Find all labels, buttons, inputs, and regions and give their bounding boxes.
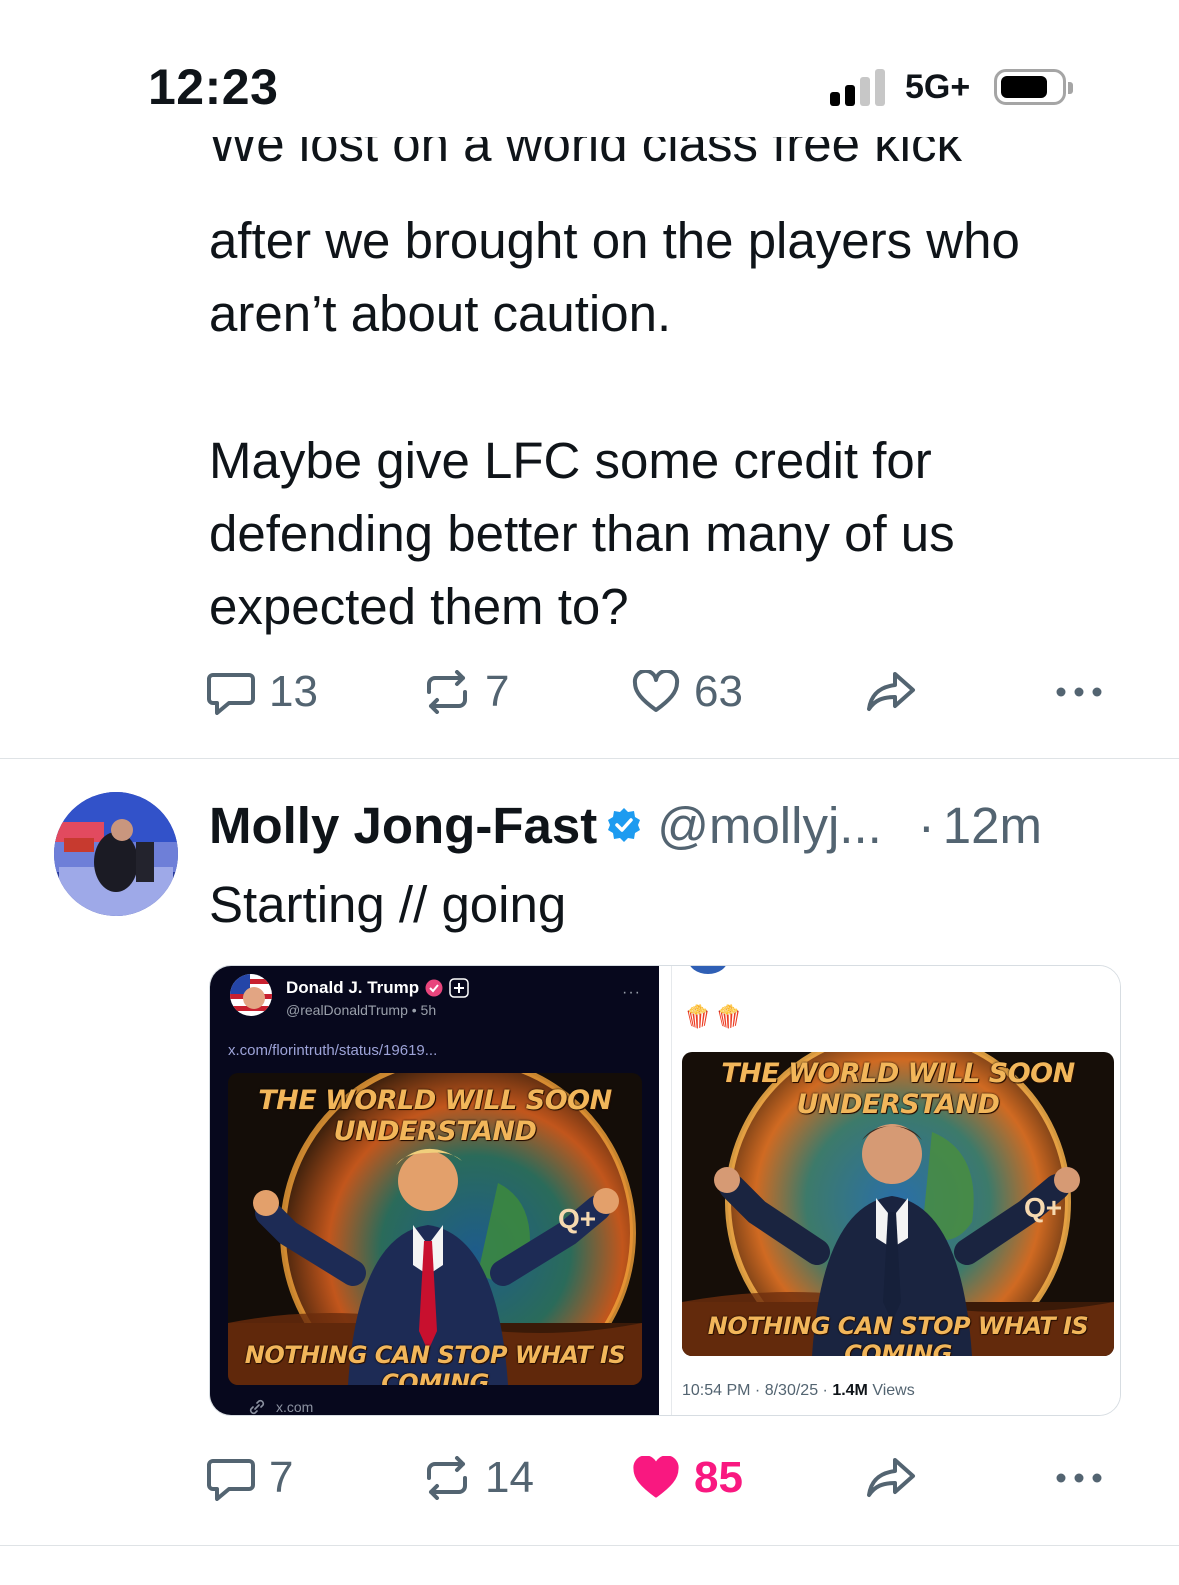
reply-button[interactable]: 7 [207,1448,293,1508]
verified-badge-icon [425,979,443,997]
plus-icon [449,978,469,998]
like-button[interactable]: 85 [632,1448,743,1508]
avatar[interactable] [54,792,178,916]
verified-badge-icon [608,808,641,842]
embedded-avatar [230,974,272,1016]
repost-button[interactable]: 7 [423,662,509,722]
repost-count: 7 [485,667,510,716]
repost-button[interactable]: 14 [423,1448,534,1508]
share-icon [867,1458,915,1497]
more-icon [1056,1473,1102,1483]
reply-count: 13 [269,667,318,716]
embedded-link: x.com/florintruth/status/19619... [228,1042,438,1059]
embedded-handle: @realDonaldTrump • 5h [286,1002,437,1018]
repost-icon [427,1456,467,1500]
poster-image-left: THE WORLD WILL SOON UNDERSTAND Q+ NOTHIN… [228,1073,642,1385]
popcorn-emoji: 🍿🍿 [684,1004,747,1029]
poster-mark: Q+ [558,1203,597,1234]
poster-title: THE WORLD WILL SOON UNDERSTAND [721,1058,1075,1120]
tweet-divider [0,758,1179,759]
poster-image-right: THE WORLD WILL SOON UNDERSTAND Q+ NOTHIN… [682,1052,1114,1356]
reply-button[interactable]: 13 [207,662,318,722]
tweet-text-clipped-line: We lost on a world class free kick [209,137,962,172]
battery-icon [994,69,1073,105]
media-gap [659,966,671,1415]
poster-mark: Q+ [1024,1192,1063,1223]
embedded-timestamp-views: 10:54 PM · 8/30/25 · 1.4M Views [682,1382,915,1399]
share-button[interactable] [865,662,917,722]
status-time: 12:23 [148,59,279,115]
status-bar: 12:23 5G+ [0,0,1179,140]
repost-icon [427,670,467,714]
link-icon [249,1399,265,1415]
network-type: 5G+ [905,68,971,106]
media-image-left[interactable]: Donald J. Trump @realDonaldTrump • 5h ··… [210,966,659,1415]
more-options-button[interactable] [1055,662,1103,722]
share-icon [867,672,915,711]
heart-icon [632,670,680,712]
author-name[interactable]: Molly Jong-Fast [209,796,597,855]
reply-count: 7 [269,1453,294,1502]
tweet-header: Molly Jong-Fast @mollyj... · 12m [209,790,1139,860]
repost-count: 14 [485,1453,534,1502]
like-count: 85 [694,1453,743,1502]
tweet-text-paragraph-1: after we brought on the players who aren… [209,212,1020,342]
header-separator: · [917,796,935,854]
poster-footer: NOTHING CAN STOP WHAT IS COMING [244,1341,626,1385]
author-handle[interactable]: @mollyj... [657,796,882,855]
tweet-time[interactable]: 12m [943,796,1042,855]
tweet-actions: 13 7 63 [207,662,1117,722]
poster-footer: NOTHING CAN STOP WHAT IS COMING [707,1312,1089,1356]
like-count: 63 [694,667,743,716]
embedded-avatar [688,966,728,974]
embedded-author-name: Donald J. Trump [286,978,469,998]
tweet-text-paragraph-2: Maybe give LFC some credit for defending… [209,432,955,635]
tweet-text: Starting // going [209,876,567,933]
tweet-actions: 7 14 85 [207,1448,1117,1508]
more-options-button[interactable] [1055,1448,1103,1508]
cellular-signal-icon [830,66,890,106]
heart-filled-icon [633,1456,679,1498]
reply-icon [207,673,255,715]
reply-icon [207,1459,255,1501]
tweet-media[interactable]: Donald J. Trump @realDonaldTrump • 5h ··… [209,965,1121,1416]
embedded-link-footer: x.com [248,1398,313,1415]
poster-title: THE WORLD WILL SOON UNDERSTAND [258,1085,612,1147]
tweet-divider [0,1545,1179,1546]
embedded-more-icon: ··· [622,984,641,1001]
media-image-right[interactable]: 🍿🍿 THE WORLD WILL SOON UNDERSTAND Q+ NOT… [671,966,1120,1415]
more-icon [1056,687,1102,697]
share-button[interactable] [865,1448,917,1508]
like-button[interactable]: 63 [632,662,743,722]
